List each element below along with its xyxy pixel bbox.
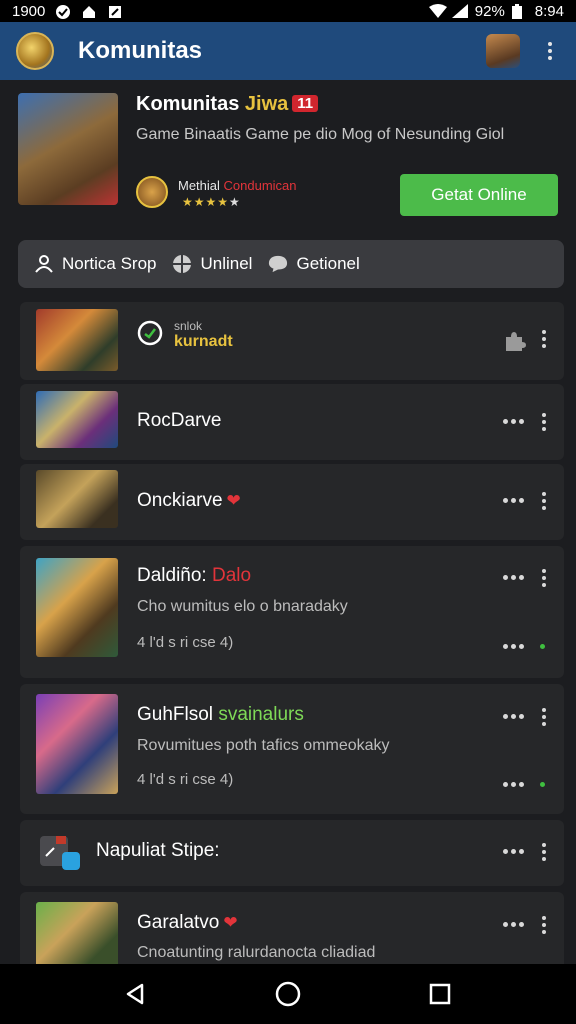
item-menu-icon[interactable] <box>542 492 546 510</box>
online-indicator <box>540 782 545 787</box>
game-thumbnail <box>36 391 118 448</box>
item-subtitle: Rovumitues poth tafics ommeokaky <box>137 737 390 754</box>
notification-icon <box>55 4 71 19</box>
signal-icon <box>451 4 468 18</box>
edit-notification-icon <box>107 4 123 18</box>
game-thumbnail <box>36 902 118 964</box>
item-title: Napuliat Stipe: <box>96 840 220 861</box>
person-icon <box>34 254 54 274</box>
list-item[interactable]: Onckiarve ❤ <box>20 464 564 540</box>
item-menu-icon[interactable] <box>542 916 546 934</box>
battery-percent: 92% <box>474 2 505 20</box>
item-menu-icon[interactable] <box>542 330 546 348</box>
user-avatar[interactable] <box>486 34 520 68</box>
list-item[interactable]: Daldiño: Dalo Cho wumitus elo o bnaradak… <box>20 546 564 678</box>
list-item[interactable]: RocDarve <box>20 384 564 460</box>
list-item[interactable]: Napuliat Stipe: <box>20 820 564 886</box>
app-title: Komunitas <box>78 37 203 64</box>
developer-name: Methial Condumican <box>178 178 297 193</box>
online-indicator <box>540 644 545 649</box>
battery-icon <box>511 4 528 19</box>
rating-stars: ★★★★★ <box>182 195 241 209</box>
item-title: RocDarve <box>137 410 222 431</box>
home-notification-icon <box>81 4 97 18</box>
item-title: kurnadt <box>174 333 233 350</box>
item-subtitle: Cho wumitus elo o bnaradaky <box>137 598 348 615</box>
more-options-icon[interactable] <box>503 575 524 580</box>
heart-icon: ❤ <box>223 913 238 932</box>
filter-nortica[interactable]: Nortica Srop <box>34 254 156 274</box>
item-title: Garalatvo ❤ <box>137 912 238 933</box>
status-time-right: 8:94 <box>534 2 564 20</box>
item-subtitle: Cnoatunting ralurdanocta cliadiad <box>137 944 376 961</box>
game-thumbnail <box>36 694 118 794</box>
filter-unlinel[interactable]: Unlinel <box>172 254 252 274</box>
back-icon[interactable] <box>116 974 156 1014</box>
item-menu-icon[interactable] <box>542 569 546 587</box>
heart-icon: ❤ <box>226 491 241 510</box>
item-title: Daldiño: Dalo <box>137 565 252 586</box>
clock-icon <box>137 320 163 346</box>
list-item[interactable]: snlok kurnadt <box>20 302 564 380</box>
item-meta: 4 l'd s ri cse 4) <box>137 634 234 651</box>
item-meta: 4 l'd s ri cse 4) <box>137 771 234 788</box>
system-nav-bar <box>0 964 576 1024</box>
chat-icon <box>268 254 288 274</box>
overflow-menu-icon[interactable] <box>540 39 560 63</box>
wifi-icon <box>428 4 447 18</box>
game-thumbnail <box>36 309 118 371</box>
recents-icon[interactable] <box>420 974 460 1014</box>
puzzle-icon[interactable] <box>502 329 526 353</box>
app-logo[interactable] <box>16 32 54 70</box>
more-options-icon[interactable] <box>503 782 524 787</box>
item-title: GuhFlsol svainalurs <box>137 704 304 725</box>
list-item[interactable]: GuhFlsol svainalurs Rovumitues poth tafi… <box>20 684 564 814</box>
more-options-icon[interactable] <box>503 498 524 503</box>
get-online-button[interactable]: Getat Online <box>400 174 558 216</box>
item-tag: snlok <box>174 319 203 333</box>
filter-bar: Nortica Srop Unlinel Getionel <box>18 240 564 288</box>
app-icon <box>40 836 82 872</box>
more-options-icon[interactable] <box>503 419 524 424</box>
status-bar: 1900 92% 8:94 <box>0 0 576 22</box>
featured-game-card: Komunitas Jiwa 11 Game Binaatis Game pe d… <box>18 90 558 220</box>
count-badge: 11 <box>292 95 319 112</box>
list-item[interactable]: Garalatvo ❤ Cnoatunting ralurdanocta clia… <box>20 892 564 964</box>
developer-avatar[interactable] <box>136 176 168 208</box>
featured-game-description: Game Binaatis Game pe dio Mog of Nesundi… <box>136 126 505 143</box>
home-icon[interactable] <box>268 974 308 1014</box>
item-title: Onckiarve ❤ <box>137 490 241 511</box>
item-menu-icon[interactable] <box>542 413 546 431</box>
globe-icon <box>172 254 192 274</box>
featured-game-art[interactable] <box>18 93 118 205</box>
app-bar: Komunitas <box>0 22 576 80</box>
more-options-icon[interactable] <box>503 644 524 649</box>
more-options-icon[interactable] <box>503 849 524 854</box>
item-menu-icon[interactable] <box>542 843 546 861</box>
game-thumbnail <box>36 558 118 657</box>
featured-game-title: Komunitas Jiwa 11 <box>136 93 319 116</box>
filter-getionel[interactable]: Getionel <box>268 254 360 274</box>
game-thumbnail <box>36 470 118 528</box>
item-menu-icon[interactable] <box>542 708 546 726</box>
screen: 1900 92% 8:94 Komunitas Komunitas Jiwa 1… <box>0 0 576 1024</box>
more-options-icon[interactable] <box>503 922 524 927</box>
more-options-icon[interactable] <box>503 714 524 719</box>
status-time-left: 1900 <box>12 2 46 20</box>
